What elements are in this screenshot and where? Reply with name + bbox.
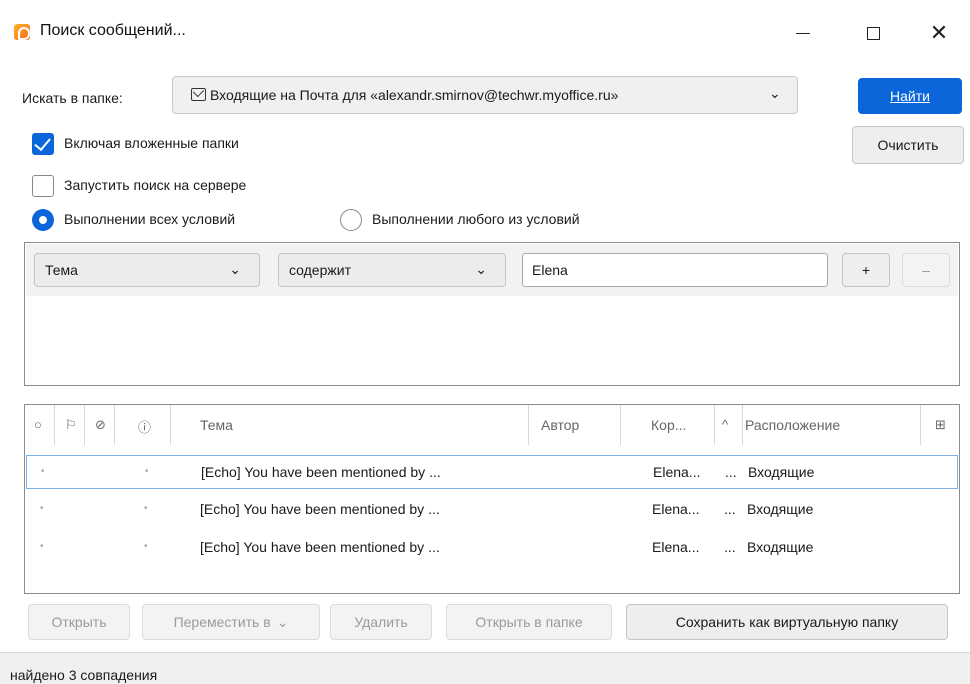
match-all-radio[interactable] [32,209,54,231]
find-button-label: Найти [890,88,930,104]
open-button[interactable]: Открыть [28,604,130,640]
minimize-button[interactable] [780,14,826,52]
match-all-label[interactable]: Выполнении всех условий [64,211,235,227]
server-search-label[interactable]: Запустить поиск на сервере [64,177,246,193]
criteria-value-input[interactable]: Elena [522,253,828,287]
col-junk[interactable]: ⓘ [115,405,171,445]
row-location: Входящие [748,464,815,480]
status-text: найдено 3 совпадения [10,667,158,683]
junk-icon: ⓘ [138,420,152,435]
row-ellipsis: ... [724,501,736,517]
clear-button[interactable]: Очистить [852,126,964,164]
criteria-value-text: Elena [532,262,568,278]
server-search-checkbox[interactable] [32,175,54,197]
delete-button[interactable]: Удалить [330,604,432,640]
window-title: Поиск сообщений... [40,22,186,39]
criteria-field-value: Тема [45,262,78,278]
row-ellipsis: ... [724,539,736,555]
add-criteria-label: + [861,262,871,278]
close-button[interactable]: ✕ [916,14,962,52]
include-subfolders-label[interactable]: Включая вложенные папки [64,135,239,151]
clear-button-label: Очистить [877,137,939,153]
read-status-icon: • [40,541,44,552]
close-icon: ✕ [929,20,949,45]
maximize-button[interactable] [850,14,896,52]
folder-label: Искать в папке: [22,90,123,106]
row-recipient: Elena... [653,464,701,480]
row-location: Входящие [747,539,814,555]
chevron-down-icon: ⌄ [229,261,241,277]
row-recipient: Elena... [652,539,700,555]
table-row[interactable]: • • [Echo] You have been mentioned by ..… [26,531,958,565]
save-virtual-folder-label: Сохранить как виртуальную папку [675,614,899,630]
col-thread[interactable]: ○ [25,405,55,445]
remove-criteria-label: – [922,262,930,278]
app-logo-icon [14,24,30,40]
move-to-button-label: Переместить в [173,614,271,630]
remove-criteria-button[interactable]: – [902,253,950,287]
delete-button-label: Удалить [354,614,408,630]
junk-status-icon: • [144,503,148,514]
column-picker-icon: ⊞ [935,417,946,432]
move-to-button[interactable]: Переместить в ⌄ [142,604,320,640]
add-criteria-button[interactable]: + [842,253,890,287]
col-flag[interactable]: ⚐ [55,405,85,445]
thread-icon: ○ [34,417,42,432]
row-subject: [Echo] You have been mentioned by ... [201,464,441,480]
results-list: ○ ⚐ ⊘ ⓘ Тема Автор Кор... ^ Расположение… [24,404,960,594]
criteria-field-dropdown[interactable]: Тема ⌄ [34,253,260,287]
maximize-icon [866,26,880,40]
criteria-operator-value: содержит [289,262,351,278]
find-button[interactable]: Найти [858,78,962,114]
attachment-icon: ⊘ [95,417,106,432]
row-location: Входящие [747,501,814,517]
read-status-icon: • [40,503,44,514]
title-bar: Поиск сообщений... ✕ [0,0,970,64]
save-virtual-folder-button[interactable]: Сохранить как виртуальную папку [626,604,948,640]
criteria-operator-dropdown[interactable]: содержит ⌄ [278,253,506,287]
open-button-label: Открыть [51,614,107,630]
col-author-label: Автор [541,417,580,433]
col-subject[interactable]: Тема [171,405,529,445]
junk-status-icon: • [144,541,148,552]
col-attachment[interactable]: ⊘ [85,405,115,445]
sort-up-icon: ^ [722,417,729,432]
minimize-icon [796,32,810,34]
criteria-panel: Тема ⌄ содержит ⌄ Elena + – [24,242,960,386]
col-recipient-label: Кор... [651,417,687,433]
col-recipient[interactable]: Кор... [621,405,715,445]
col-sort[interactable]: ^ [715,405,743,445]
row-ellipsis: ... [725,464,737,480]
col-location[interactable]: Расположение [743,405,921,445]
folder-dropdown[interactable]: Входящие на Почта для «alexandr.smirnov@… [172,76,798,114]
status-bar: найдено 3 совпадения [0,652,970,684]
inbox-icon [191,88,206,101]
read-status-icon: • [41,466,45,477]
table-row[interactable]: • • [Echo] You have been mentioned by ..… [26,455,958,489]
col-author[interactable]: Автор [529,405,621,445]
col-location-label: Расположение [745,417,841,433]
col-subject-label: Тема [200,417,233,433]
chevron-down-icon: ⌄ [769,85,781,101]
flag-icon: ⚐ [65,417,77,432]
include-subfolders-checkbox[interactable] [32,133,54,155]
open-in-folder-label: Открыть в папке [475,614,583,630]
folder-dropdown-value: Входящие на Почта для «alexandr.smirnov@… [210,87,619,103]
chevron-down-icon: ⌄ [276,613,289,630]
row-recipient: Elena... [652,501,700,517]
row-subject: [Echo] You have been mentioned by ... [200,539,440,555]
junk-status-icon: • [145,466,149,477]
chevron-down-icon: ⌄ [475,261,487,277]
criteria-row: Тема ⌄ содержит ⌄ Elena + – [26,244,958,296]
match-any-radio[interactable] [340,209,362,231]
open-in-folder-button[interactable]: Открыть в папке [446,604,612,640]
column-picker[interactable]: ⊞ [921,405,959,445]
table-row[interactable]: • • [Echo] You have been mentioned by ..… [26,493,958,527]
match-any-label[interactable]: Выполнении любого из условий [372,211,580,227]
row-subject: [Echo] You have been mentioned by ... [200,501,440,517]
